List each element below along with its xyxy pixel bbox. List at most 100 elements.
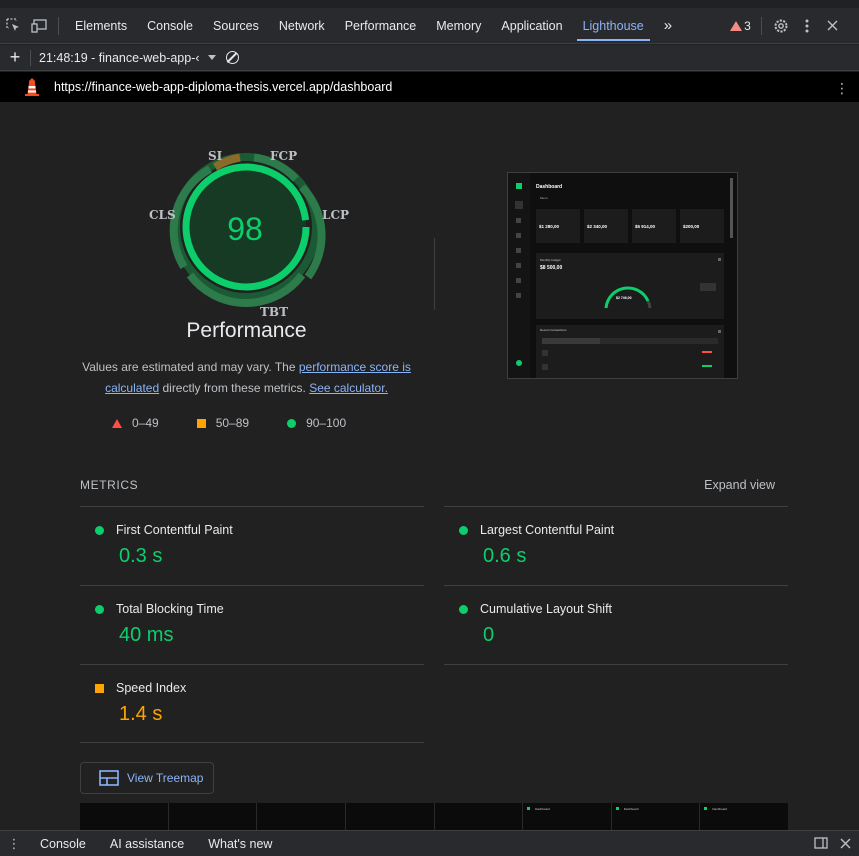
divider	[434, 238, 435, 310]
pass-circle-icon	[287, 418, 297, 428]
legend-fail: 0–49	[112, 416, 159, 430]
filmstrip: Dashboard Dashboard Dashboard	[80, 803, 788, 830]
view-treemap-button[interactable]: View Treemap	[80, 762, 214, 794]
report-selector-label: 21:48:19 - finance-web-app-‹	[39, 50, 200, 65]
see-calculator-link[interactable]: See calculator.	[309, 381, 388, 395]
lighthouse-report: SI FCP LCP CLS TBT 98 Performance Values…	[0, 102, 859, 830]
legend-fail-label: 0–49	[132, 416, 159, 430]
fail-triangle-icon	[112, 418, 122, 428]
warnings-counter[interactable]: 3	[730, 19, 751, 33]
metric-name: Largest Contentful Paint	[480, 523, 615, 537]
metric-speed-index: Speed Index 1.4 s	[80, 664, 424, 743]
metric-value: 1.4 s	[119, 703, 163, 725]
chevron-down-icon	[207, 55, 216, 60]
filmstrip-frame-title: Dashboard	[535, 807, 550, 811]
metric-cumulative-layout-shift: Cumulative Layout Shift 0	[444, 585, 788, 664]
filmstrip-frame-title: Dashboard	[623, 807, 639, 811]
view-treemap-label: View Treemap	[127, 771, 204, 785]
legend-average-label: 50–89	[215, 416, 250, 430]
new-report-button[interactable]: +	[0, 47, 30, 68]
close-drawer-icon[interactable]	[840, 836, 851, 852]
pass-circle-icon	[459, 526, 468, 535]
filmstrip-frame	[435, 803, 524, 830]
tab-console[interactable]: Console	[137, 8, 203, 44]
gauge-label-lcp: LCP	[322, 208, 350, 222]
filmstrip-frame: Dashboard	[612, 803, 701, 830]
score-legend: 0–49 50–89 90–100	[112, 416, 346, 430]
expand-view-toggle[interactable]: Expand view	[704, 478, 775, 492]
close-devtools-icon[interactable]	[820, 8, 846, 44]
gauge-label-cls: CLS	[149, 208, 176, 222]
metric-name: Cumulative Layout Shift	[480, 602, 613, 616]
treemap-icon	[99, 770, 119, 786]
more-tabs-button[interactable]: »	[654, 8, 682, 44]
tab-network[interactable]: Network	[269, 8, 335, 44]
inspect-element-icon[interactable]	[0, 8, 26, 44]
performance-gauge: SI FCP LCP CLS TBT 98	[130, 137, 370, 347]
metric-first-contentful-paint: First Contentful Paint 0.3 s	[80, 506, 424, 585]
legend-pass-label: 90–100	[306, 416, 347, 430]
gauge-label-tbt: TBT	[260, 305, 289, 319]
report-url-bar: https://finance-web-app-diploma-thesis.v…	[0, 72, 859, 102]
metric-name: First Contentful Paint	[116, 523, 233, 537]
drawer-tab-console[interactable]: Console	[28, 837, 98, 851]
tab-elements[interactable]: Elements	[65, 8, 137, 44]
metric-largest-contentful-paint: Largest Contentful Paint 0.6 s	[444, 506, 788, 585]
drawer-tab-whats-new[interactable]: What's new	[196, 837, 284, 851]
divider	[444, 664, 788, 665]
drawer-menu-icon[interactable]: ⋮	[0, 836, 28, 852]
drawer-tab-ai-assistance[interactable]: AI assistance	[98, 837, 196, 851]
pass-circle-icon	[95, 526, 104, 535]
metric-value: 0.3 s	[119, 545, 163, 567]
final-screenshot-image	[508, 173, 737, 378]
metric-value: 40 ms	[119, 624, 174, 646]
metric-name: Speed Index	[116, 681, 187, 695]
screenshot-gauge-value: $2 746,00	[616, 296, 632, 300]
final-screenshot[interactable]: Dashboard Menu $1 280,00 $2 340,00 $5 91…	[507, 172, 738, 379]
metric-name: Total Blocking Time	[116, 602, 224, 616]
performance-title: Performance	[186, 319, 307, 342]
gauge-label-fcp: FCP	[270, 149, 298, 163]
legend-average: 50–89	[196, 416, 250, 430]
tab-memory[interactable]: Memory	[426, 8, 491, 44]
note-text: Values are estimated and may vary. The	[82, 360, 299, 374]
metric-value: 0	[483, 624, 495, 646]
more-options-icon[interactable]	[794, 8, 820, 44]
filmstrip-frame	[80, 803, 169, 830]
lighthouse-logo-icon	[20, 78, 44, 96]
tab-application[interactable]: Application	[491, 8, 572, 44]
filmstrip-frame	[346, 803, 435, 830]
screenshot-card-value: $2 340,00	[587, 224, 608, 229]
filmstrip-frame: Dashboard	[700, 803, 788, 830]
filmstrip-frame: Dashboard	[523, 803, 612, 830]
divider	[58, 16, 59, 35]
tab-sources[interactable]: Sources	[203, 8, 269, 44]
filmstrip-frame-title: Dashboard	[712, 807, 728, 811]
estimate-note: Values are estimated and may vary. The p…	[60, 357, 433, 399]
pass-circle-icon	[95, 605, 104, 614]
metric-total-blocking-time: Total Blocking Time 40 ms	[80, 585, 424, 664]
tab-performance[interactable]: Performance	[335, 8, 427, 44]
warning-icon	[730, 20, 743, 31]
screenshot-card-value: $5 914,00	[635, 224, 656, 229]
report-selector[interactable]: 21:48:19 - finance-web-app-‹	[39, 51, 216, 65]
screenshot-card-value: $1 280,00	[539, 224, 560, 229]
metric-value: 0.6 s	[483, 545, 527, 567]
tab-lighthouse[interactable]: Lighthouse	[573, 8, 654, 44]
lighthouse-toolbar: + 21:48:19 - finance-web-app-‹	[0, 45, 859, 71]
screenshot-budget-label: Monthly budget	[540, 258, 561, 262]
report-menu-icon[interactable]: ⋮	[835, 80, 849, 97]
warnings-count: 3	[744, 18, 751, 33]
pass-circle-icon	[459, 605, 468, 614]
settings-gear-icon[interactable]	[768, 8, 794, 44]
screenshot-card-value: $200,00	[683, 224, 700, 229]
screenshot-menu: Menu	[540, 196, 548, 200]
note-text: directly from these metrics.	[159, 381, 310, 395]
filmstrip-frame	[169, 803, 258, 830]
performance-score: 98	[227, 211, 263, 247]
dock-side-icon[interactable]	[814, 836, 828, 852]
device-toolbar-icon[interactable]	[26, 8, 52, 44]
divider	[30, 49, 31, 66]
clear-reports-icon[interactable]	[225, 51, 239, 64]
devtools-tab-bar: Elements Console Sources Network Perform…	[0, 8, 859, 44]
